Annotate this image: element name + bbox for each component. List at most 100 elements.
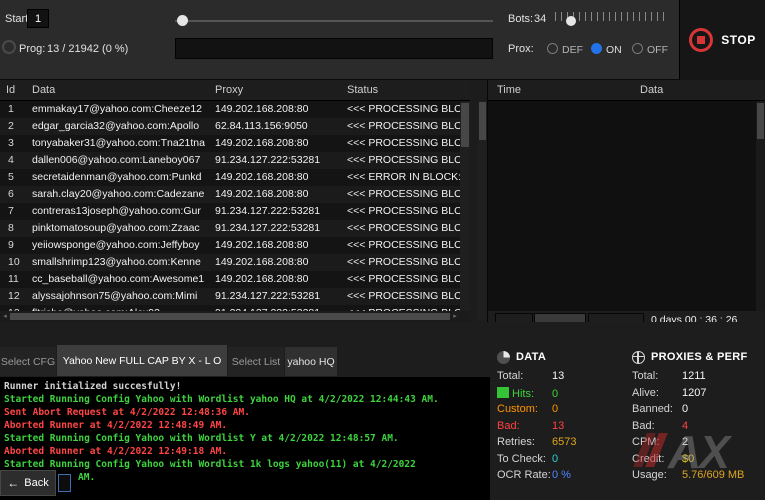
table-row[interactable]: 1emmakay17@yahoo.com:Cheeze12149.202.168… [0,101,470,118]
cell-proxy: 149.202.168.208:80 [215,103,343,115]
column-header-data[interactable]: Data [32,84,55,96]
cell-id: 5 [8,171,28,183]
table-row[interactable]: 4dallen006@yahoo.com:Laneboy06791.234.12… [0,152,470,169]
cell-id: 1 [8,103,28,115]
log-line: Aborted Runner at 4/2/2022 12:49:18 AM. [4,445,490,458]
cell-status: <<< PROCESSING BLOCK [347,154,463,166]
table-row[interactable]: 5secretaidenman@yahoo.com:Punkd149.202.1… [0,169,470,186]
proxy-mode-def-label[interactable]: DEF [562,44,583,56]
cell-proxy: 149.202.168.208:80 [215,273,343,285]
results-table-header: Id Data Proxy Status [0,80,470,101]
tab-config[interactable]: Yahoo New FULL CAP BY X - L O [57,345,227,376]
cell-id: 4 [8,154,28,166]
proxy-mode-on-radio[interactable] [591,43,602,54]
stat-label: Total: [497,370,552,382]
table-row[interactable]: 6sarah.clay20@yahoo.com:Cadezane149.202.… [0,186,470,203]
column-header-id[interactable]: Id [6,84,15,96]
results-horizontal-scrollbar[interactable]: ◂ ▸ [0,311,470,322]
bots-slider-thumb[interactable] [566,16,576,26]
table-row[interactable]: 11cc_baseball@yahoo.com:Awesome1149.202.… [0,271,470,288]
table-row[interactable]: 9yeiiowsponge@yahoo.com:Jeffyboy149.202.… [0,237,470,254]
data-panel-title: DATA [516,351,546,363]
proxy-mode-on-label[interactable]: ON [606,44,622,56]
proxy-mode-off-label[interactable]: OFF [647,44,668,56]
proxies-panel-title: PROXIES & PERF [651,351,748,363]
bots-label: Bots: [508,13,533,25]
hits-right-scrollbar[interactable] [756,101,765,311]
log-console[interactable]: Runner initialized succesfully! Started … [0,377,490,500]
results-vertical-scrollbar[interactable] [460,101,470,322]
stat-value: 0 [552,388,558,400]
table-row[interactable]: 12alyssajohnson75@yahoo.com:Mimi91.234.1… [0,288,470,305]
stat-value: 0 [682,403,688,415]
proxies-globe-icon [632,351,645,364]
proxy-mode-def-radio[interactable] [547,43,558,54]
column-header-data[interactable]: Data [640,84,663,96]
cell-status: <<< ERROR IN BLOCK: R [347,171,463,183]
cell-status: <<< PROCESSING BLOCK [347,120,463,132]
stat-label: Bad: [632,420,682,432]
hits-table: Time Data [488,80,765,311]
table-row[interactable]: 3tonyabaker31@yahoo.com:Tna21tna149.202.… [0,135,470,152]
select-list-button[interactable]: Select List [228,347,284,376]
scrollbar-thumb[interactable] [479,102,486,140]
hits-marker-icon [497,387,509,398]
start-slider[interactable] [175,14,493,28]
focused-input-box[interactable] [58,474,71,492]
table-row[interactable]: 8pinktomatosoup@yahoo.com:Zzaac91.234.12… [0,220,470,237]
stat-value: 1211 [682,370,706,382]
stat-value: 5.76/609 MB [682,469,744,481]
log-line: Started Running Config Yahoo with Wordli… [4,393,490,406]
start-input[interactable] [27,9,49,28]
stat-value: 1207 [682,387,706,399]
stat-value: 4 [682,420,688,432]
back-button[interactable]: ← Back [0,470,56,496]
table-row[interactable]: 10smallshrimp123@yahoo.com:Kenne149.202.… [0,254,470,271]
cell-proxy: 91.234.127.222:53281 [215,290,343,302]
cell-id: 3 [8,137,28,149]
cell-data: alyssajohnson75@yahoo.com:Mimi [32,290,213,302]
scrollbar-thumb[interactable] [461,103,469,147]
proxy-mode-off-radio[interactable] [632,43,643,54]
stat-value: 2 [682,436,688,448]
cell-data: secretaidenman@yahoo.com:Punkd [32,171,213,183]
start-slider-track[interactable] [175,20,493,22]
cell-data: yeiiowsponge@yahoo.com:Jeffyboy [32,239,213,251]
select-config-button[interactable]: Select CFG [0,347,56,376]
column-header-proxy[interactable]: Proxy [215,84,243,96]
column-header-time[interactable]: Time [497,84,521,96]
cell-status: <<< PROCESSING BLOCK [347,205,463,217]
cell-id: 9 [8,239,28,251]
stop-button-label: STOP [721,33,755,47]
tab-wordlist[interactable]: yahoo HQ [285,347,337,376]
scroll-right-icon[interactable]: ▸ [450,311,460,322]
cell-id: 7 [8,205,28,217]
cell-status: <<< PROCESSING BLOCK [347,103,463,115]
stat-label: Credit: [632,453,682,465]
start-slider-thumb[interactable] [177,15,188,26]
stat-label: OCR Rate: [497,469,552,481]
stop-button[interactable]: STOP [679,0,765,80]
cell-proxy: 62.84.113.156:9050 [215,120,343,132]
cell-proxy: 149.202.168.208:80 [215,188,343,200]
scrollbar-thumb[interactable] [757,103,764,139]
cell-id: 10 [8,256,28,268]
scroll-left-icon[interactable]: ◂ [0,311,10,322]
column-header-status[interactable]: Status [347,84,378,96]
log-line: Aborted Runner at 4/2/2022 12:48:49 AM. [4,419,490,432]
hits-vertical-scrollbar[interactable] [478,101,487,321]
cell-proxy: 149.202.168.208:80 [215,137,343,149]
cell-id: 2 [8,120,28,132]
stat-hits: Hits:0 [497,387,627,404]
table-row[interactable]: 7contreras13joseph@yahoo.com:Gur91.234.1… [0,203,470,220]
cell-status: <<< PROCESSING BLOCK [347,256,463,268]
stat-custom: Custom:0 [497,403,627,420]
scrollbar-thumb[interactable] [10,313,450,320]
cell-data: pinktomatosoup@yahoo.com:Zzaac [32,222,213,234]
stat-ocr-rate: OCR Rate:0 % [497,469,627,486]
log-line: Started Running Config Yahoo with Wordli… [4,458,490,471]
stat-value: 0 % [552,469,571,481]
stat-value: 13 [552,370,564,382]
hits-table-header: Time Data [488,80,765,101]
table-row[interactable]: 2edgar_garcia32@yahoo.com:Apollo62.84.11… [0,118,470,135]
